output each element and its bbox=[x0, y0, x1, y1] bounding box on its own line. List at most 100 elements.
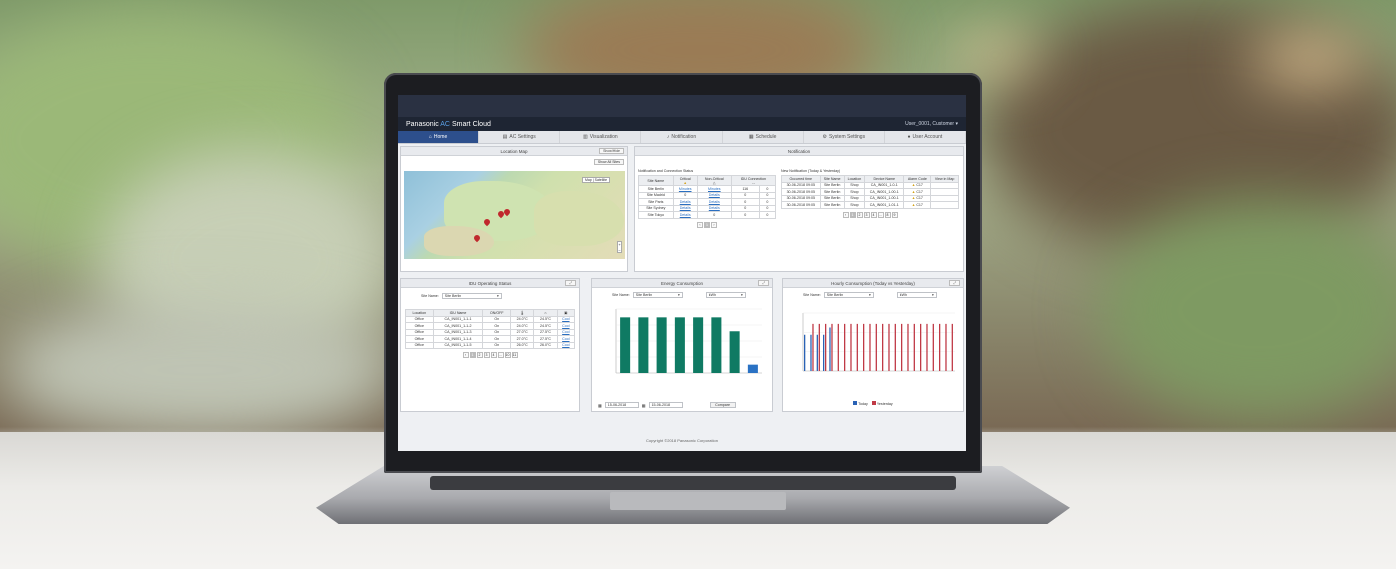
location-map-panel: Location Map Show/Hide Show All Sites Ma… bbox=[400, 146, 628, 272]
connection-status-subtitle: Notification and Connection Status bbox=[638, 169, 694, 173]
compare-button[interactable]: Compare bbox=[709, 402, 736, 408]
expand-icon[interactable]: ⤢ bbox=[758, 280, 769, 286]
connection-icon: ↔ bbox=[751, 180, 756, 185]
yesterday-bar bbox=[869, 323, 871, 371]
nav-visualization[interactable]: ▥ Visualization bbox=[560, 131, 642, 143]
today-bar bbox=[816, 334, 818, 371]
app-header: Panasonic AC Smart Cloud User_0001, Cust… bbox=[398, 117, 966, 131]
hourly-consumption-panel: Hourly Consumption (Today vs Yesterday) … bbox=[782, 278, 964, 412]
footer: Copyright ©2018 Panasonic Corporation bbox=[398, 429, 966, 451]
calendar-icon: ▦ bbox=[748, 134, 754, 140]
next-page-button[interactable]: › bbox=[711, 221, 717, 228]
europe-map[interactable]: Map | Satellite +− bbox=[404, 171, 625, 259]
site-name-label: Site Name: bbox=[612, 293, 630, 297]
yesterday-bar bbox=[951, 323, 953, 371]
panel-title: Energy Consumption ⤢ bbox=[592, 279, 772, 288]
idu-status-table: Location IDU Name ON/OFF 🌡 ⌂ ▣ Office CA_IN00… bbox=[405, 309, 576, 349]
yesterday-bar bbox=[907, 323, 909, 371]
view-in-map-link[interactable] bbox=[930, 201, 959, 209]
pagination: ‹ 1 › bbox=[638, 221, 776, 228]
connection-status-table: Site Name Critical ▲ Non-Critical △ IDU Co… bbox=[638, 175, 777, 219]
laptop-trackpad bbox=[610, 492, 786, 510]
notification-panel: Notification Notification and Connection… bbox=[634, 146, 964, 272]
site-select[interactable]: Site Berlin ▾ bbox=[441, 293, 502, 299]
map-type-toggle[interactable]: Map | Satellite bbox=[582, 177, 611, 183]
user-menu[interactable]: User_0001, Customer ▾ bbox=[905, 121, 958, 127]
today-bar bbox=[829, 327, 831, 371]
yesterday-bar bbox=[932, 323, 934, 371]
user-icon: ● bbox=[907, 134, 911, 140]
idu-status-panel: IDU Operating Status ⤢ Site Name: Site B… bbox=[400, 278, 580, 412]
unit-select[interactable]: kWh ▾ bbox=[705, 292, 746, 298]
new-notification-table: Occurred time Site Name Location Device Nam… bbox=[781, 175, 959, 209]
today-bar bbox=[804, 334, 806, 371]
calendar-icon: ▦ bbox=[641, 402, 646, 408]
date-to-input[interactable]: 15-06-2018 bbox=[648, 402, 683, 408]
site-name-label: Site Name: bbox=[421, 294, 439, 298]
energy-bar bbox=[729, 331, 740, 373]
unit-select[interactable]: kWh ▾ bbox=[896, 292, 937, 298]
yesterday-bar bbox=[913, 323, 915, 371]
yesterday-bar bbox=[945, 323, 947, 371]
chart-legend: Today Yesterday bbox=[783, 401, 963, 406]
yesterday-bar bbox=[882, 323, 884, 371]
yesterday-bar bbox=[939, 323, 941, 371]
nav-notification[interactable]: ♪ Notification bbox=[641, 131, 723, 143]
prev-page-button[interactable]: ‹ bbox=[842, 211, 849, 218]
expand-icon[interactable]: ⤢ bbox=[949, 280, 960, 286]
energy-bar bbox=[674, 317, 685, 373]
yesterday-bar bbox=[850, 323, 852, 371]
brand-logo: Panasonic AC Smart Cloud bbox=[406, 120, 491, 128]
yesterday-bar bbox=[818, 323, 820, 371]
yesterday-bar bbox=[875, 323, 877, 371]
yesterday-bar bbox=[888, 323, 890, 371]
yesterday-bar bbox=[825, 323, 827, 371]
yesterday-bar bbox=[901, 323, 903, 371]
yesterday-bar bbox=[863, 323, 865, 371]
nav-home[interactable]: ⌂ Home bbox=[398, 131, 480, 143]
site-select[interactable]: Site Berlin ▾ bbox=[823, 292, 874, 298]
energy-bar bbox=[747, 364, 758, 373]
today-bar bbox=[810, 334, 812, 371]
panel-title: Location Map Show/Hide bbox=[401, 147, 627, 156]
nav-user-account[interactable]: ● User Account bbox=[885, 131, 966, 143]
gear-icon: ⚙ bbox=[822, 134, 827, 140]
show-hide-button[interactable]: Show/Hide bbox=[599, 148, 624, 154]
pagination: ‹ 1 2 3 4 ... 8 9 bbox=[781, 211, 959, 218]
today-bar bbox=[823, 334, 825, 371]
main-nav: ⌂ Home ▤ AC Settings ▥ Visualization ♪ Notif… bbox=[398, 131, 966, 144]
nav-system-settings[interactable]: ⚙ System Settings bbox=[804, 131, 885, 143]
bell-icon: ♪ bbox=[666, 134, 670, 140]
nav-ac-settings[interactable]: ▤ AC Settings bbox=[479, 131, 561, 143]
chart-icon: ▥ bbox=[582, 134, 588, 140]
yesterday-bar bbox=[844, 323, 846, 371]
laptop-screen: Panasonic AC Smart Cloud User_0001, Cust… bbox=[398, 95, 966, 451]
energy-bar bbox=[620, 317, 631, 373]
yesterday-bar bbox=[920, 323, 922, 371]
ac-settings-icon: ▤ bbox=[502, 134, 508, 140]
hourly-bar-chart bbox=[802, 312, 955, 372]
energy-consumption-panel: Energy Consumption ⤢ Site Name: Site Ber… bbox=[591, 278, 773, 412]
prev-page-button[interactable]: ‹ bbox=[697, 221, 703, 228]
critical-warning-icon: ▲ bbox=[683, 180, 687, 185]
panel-title: Hourly Consumption (Today vs Yesterday) … bbox=[783, 279, 963, 288]
expand-icon[interactable]: ⤢ bbox=[565, 280, 576, 286]
table-row: 30-06-2018 09:05 Site Berlin Shop CA_IN001_… bbox=[781, 201, 959, 209]
nav-schedule[interactable]: ▦ Schedule bbox=[723, 131, 804, 143]
panel-title: Notification bbox=[635, 147, 963, 156]
new-notification-subtitle: New Notification (Today & Yesterday) bbox=[781, 169, 841, 173]
site-select[interactable]: Site Berlin ▾ bbox=[632, 292, 683, 298]
yesterday-bar bbox=[831, 323, 833, 371]
date-from-input[interactable]: 15-06-2018 bbox=[604, 402, 639, 408]
calendar-icon: ▦ bbox=[598, 402, 602, 408]
energy-bar bbox=[656, 317, 667, 373]
table-row: Site Tokyo Details 0 0 0 bbox=[638, 211, 777, 219]
yesterday-bar bbox=[812, 323, 814, 371]
site-name-label: Site Name: bbox=[803, 293, 821, 297]
screen-top-band bbox=[398, 95, 966, 117]
home-icon: ⌂ bbox=[428, 134, 432, 140]
show-all-sites-button[interactable]: Show All Sites bbox=[593, 159, 624, 165]
prev-page-button[interactable]: ‹ bbox=[462, 352, 469, 358]
yesterday-bar bbox=[856, 323, 858, 371]
zoom-control[interactable]: +− bbox=[617, 241, 622, 253]
